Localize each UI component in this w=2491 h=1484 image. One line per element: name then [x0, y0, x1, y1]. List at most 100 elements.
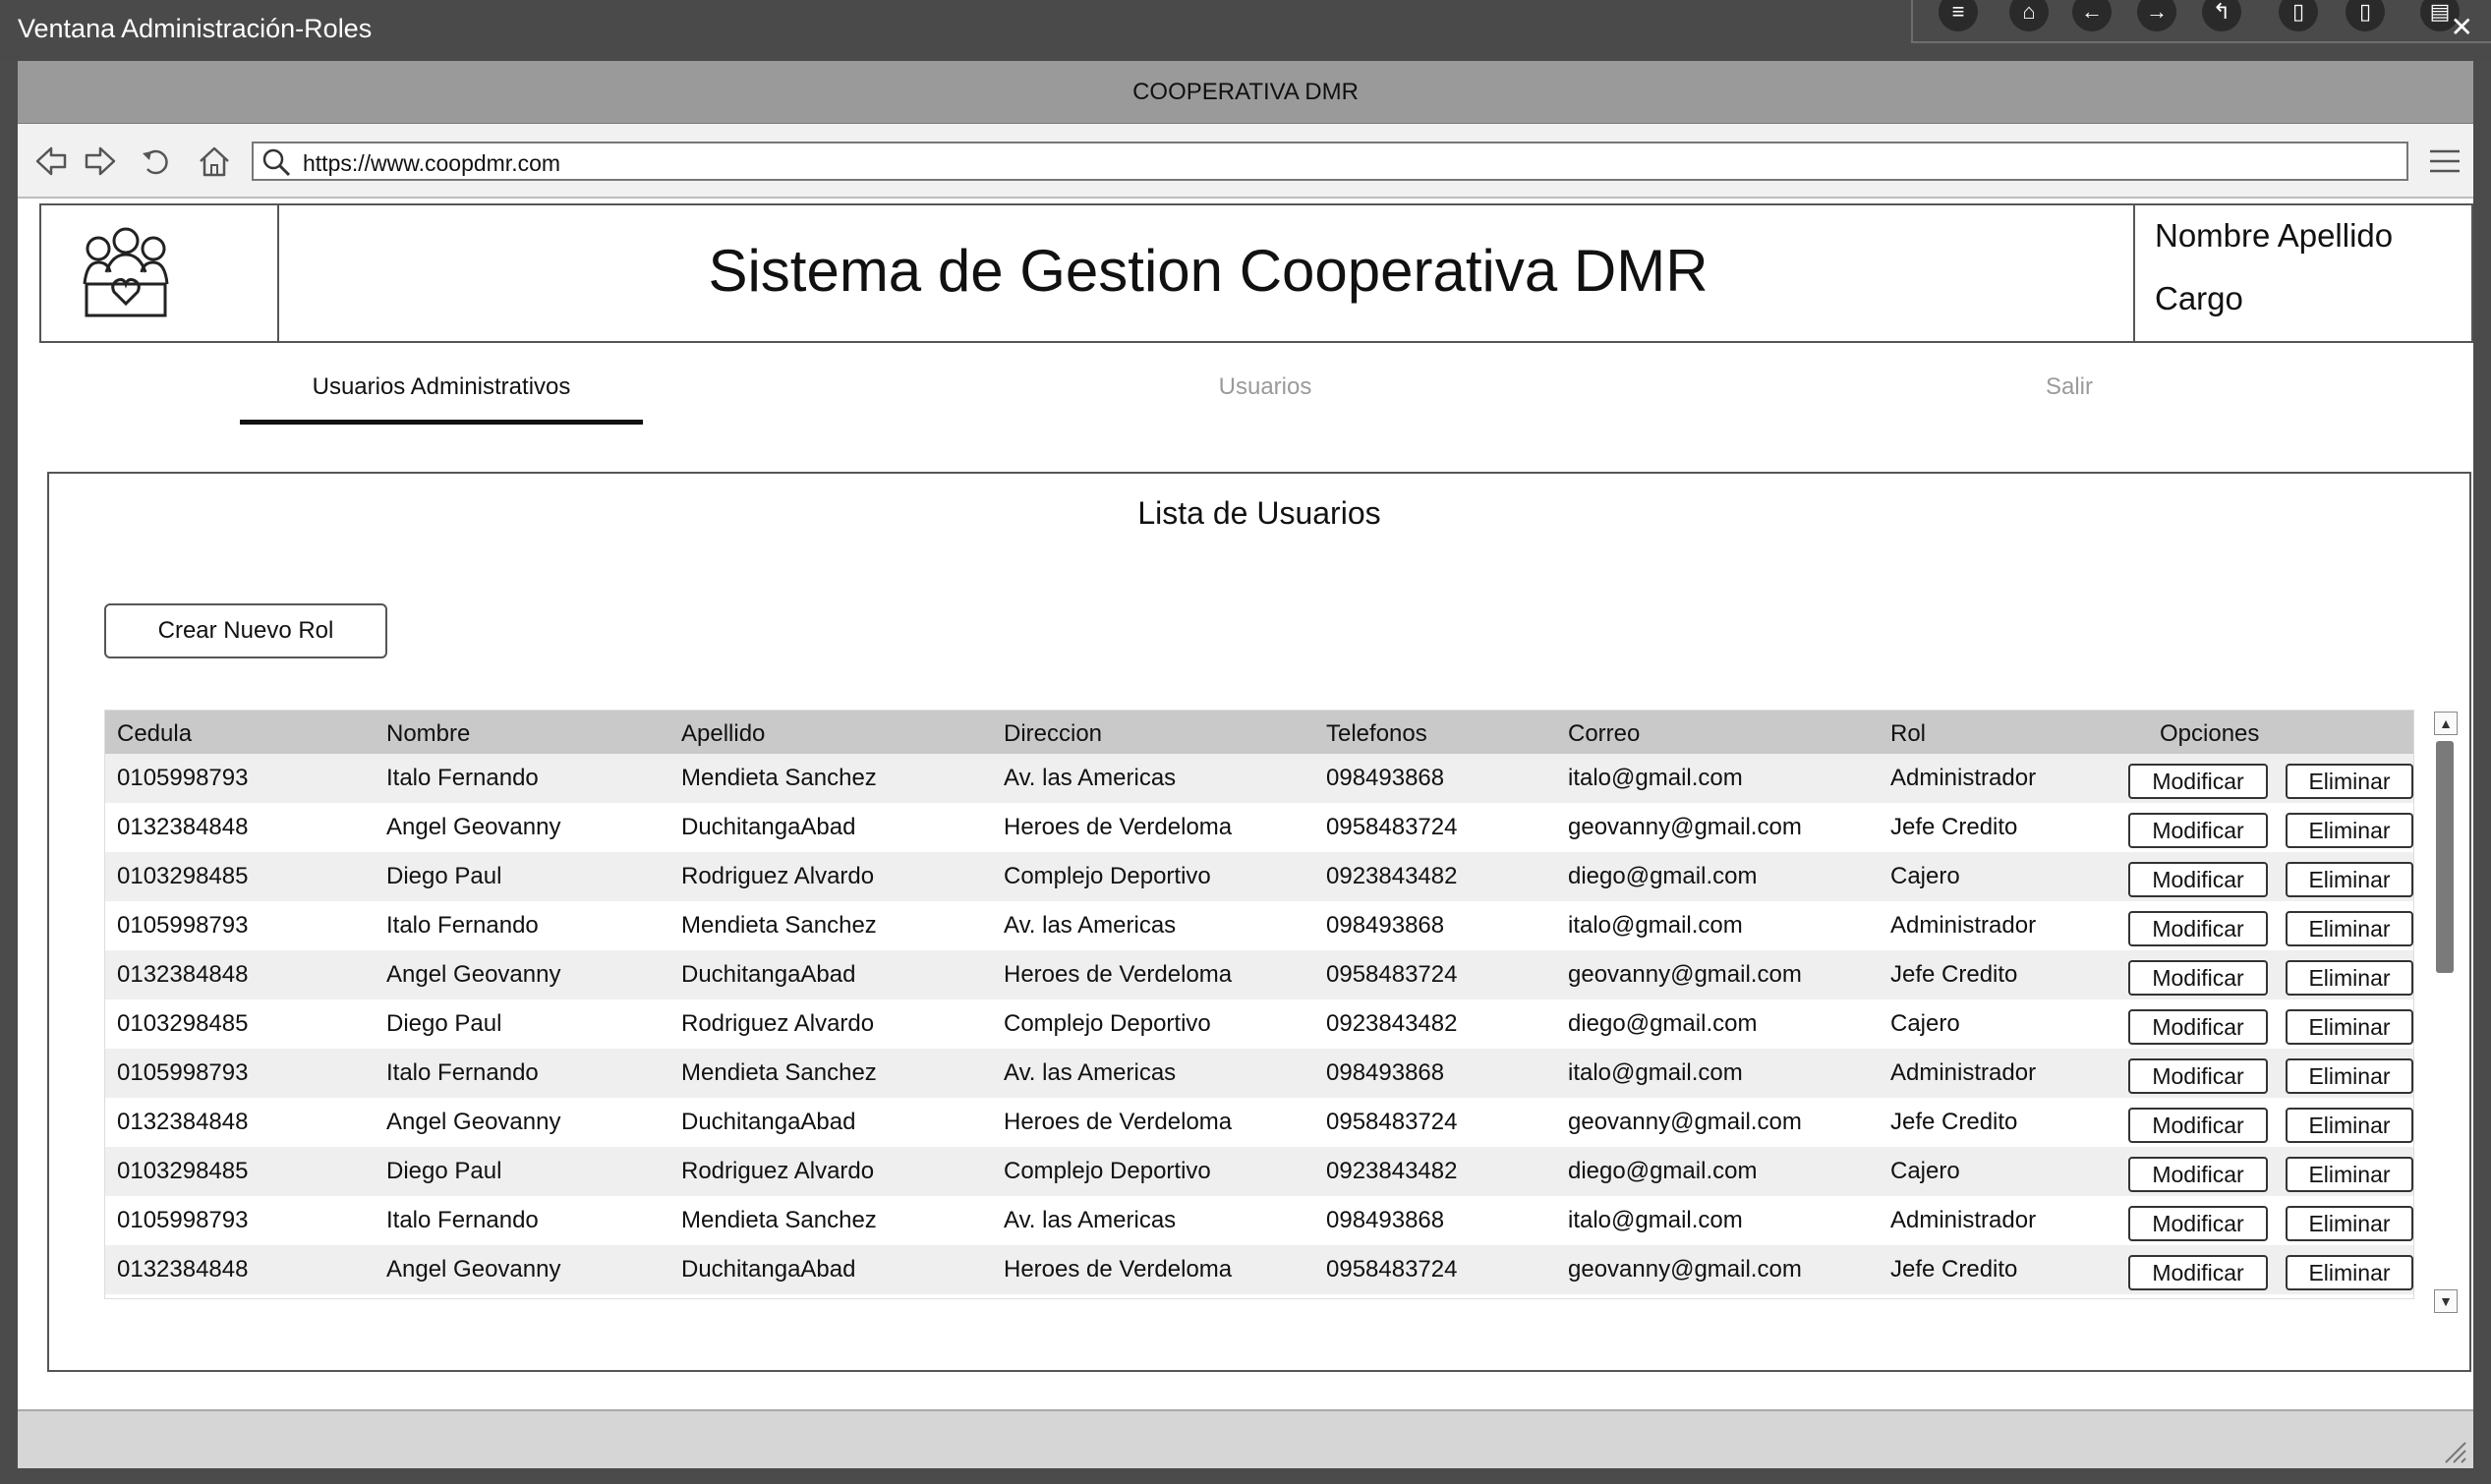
users-table: Cedula Nombre Apellido Direccion Telefon…: [104, 710, 2414, 1299]
cell-apellido: DuchitangaAbad: [681, 961, 856, 988]
close-icon[interactable]: ✕: [2451, 14, 2473, 41]
table-row: 0132384848 Angel Geovanny DuchitangaAbad He…: [105, 1245, 2413, 1294]
cell-correo: italo@gmail.com: [1568, 765, 1743, 791]
browser-navbar: https://www.coopdmr.com: [18, 124, 2473, 199]
user-role: Cargo: [2155, 280, 2243, 316]
cell-correo: diego@gmail.com: [1568, 863, 1758, 889]
url-text: https://www.coopdmr.com: [303, 150, 561, 176]
delete-button[interactable]: Eliminar: [2286, 1108, 2413, 1143]
tab-salir[interactable]: Salir: [1868, 356, 2271, 425]
modify-button[interactable]: Modificar: [2128, 911, 2268, 946]
cell-apellido: DuchitangaAbad: [681, 1109, 856, 1135]
col-telefonos: Telefonos: [1326, 720, 1427, 747]
app-titlebar: COOPERATIVA DMR: [18, 61, 2473, 124]
document-icon[interactable]: ▯: [2346, 0, 2385, 31]
cell-direccion: Heroes de Verdeloma: [1004, 814, 1233, 840]
tab-usuarios[interactable]: Usuarios: [1064, 356, 1467, 425]
tab-usuarios-administrativos[interactable]: Usuarios Administrativos: [240, 356, 643, 425]
cell-nombre: Angel Geovanny: [386, 814, 561, 840]
modify-button[interactable]: Modificar: [2128, 1009, 2268, 1045]
cell-telefono: 0923843482: [1326, 1158, 1458, 1184]
arrow-right-icon[interactable]: →: [2137, 0, 2176, 31]
table-row: 0105998793 Italo Fernando Mendieta Sanchez…: [105, 1196, 2413, 1245]
delete-button[interactable]: Eliminar: [2286, 911, 2413, 946]
delete-button[interactable]: Eliminar: [2286, 1058, 2413, 1094]
cell-telefono: 098493868: [1326, 912, 1445, 939]
resize-grip-icon[interactable]: [2442, 1439, 2467, 1464]
user-name: Nombre Apellido: [2155, 217, 2394, 254]
cell-rol: Jefe Credito: [1890, 814, 2018, 840]
cell-correo: geovanny@gmail.com: [1568, 1109, 1802, 1135]
arrow-left-icon[interactable]: ←: [2072, 0, 2112, 31]
reload-icon[interactable]: [140, 143, 175, 179]
scroll-thumb[interactable]: [2436, 741, 2454, 973]
col-direccion: Direccion: [1004, 720, 1103, 747]
document-icon[interactable]: ▯: [2279, 0, 2318, 31]
cell-direccion: Heroes de Verdeloma: [1004, 1109, 1233, 1135]
create-role-button[interactable]: Crear Nuevo Rol: [104, 603, 387, 658]
modify-button[interactable]: Modificar: [2128, 1255, 2268, 1290]
people-heart-logo-icon: [83, 227, 169, 317]
back-icon[interactable]: [33, 143, 69, 179]
cell-rol: Cajero: [1890, 863, 1960, 889]
delete-button[interactable]: Eliminar: [2286, 1206, 2413, 1241]
cell-apellido: Mendieta Sanchez: [681, 1059, 877, 1086]
scroll-down-icon[interactable]: ▼: [2434, 1289, 2458, 1313]
table-row: 0103298485 Diego Paul Rodriguez Alvardo Com…: [105, 1147, 2413, 1196]
cell-rol: Administrador: [1890, 1207, 2037, 1233]
cell-correo: geovanny@gmail.com: [1568, 814, 1802, 840]
modify-button[interactable]: Modificar: [2128, 960, 2268, 996]
delete-button[interactable]: Eliminar: [2286, 862, 2413, 897]
cell-cedula: 0132384848: [117, 1109, 249, 1135]
table-row: 0105998793 Italo Fernando Mendieta Sanchez…: [105, 1049, 2413, 1098]
home-icon[interactable]: [197, 143, 232, 179]
cell-apellido: Rodriguez Alvardo: [681, 863, 875, 889]
col-nombre: Nombre: [386, 720, 471, 747]
table-scrollbar[interactable]: ▲ ▼: [2434, 712, 2458, 1313]
cell-cedula: 0105998793: [117, 1207, 249, 1233]
col-correo: Correo: [1568, 720, 1641, 747]
cell-direccion: Heroes de Verdeloma: [1004, 1256, 1233, 1283]
cell-apellido: Mendieta Sanchez: [681, 765, 877, 791]
status-bar: [18, 1409, 2473, 1468]
url-bar[interactable]: https://www.coopdmr.com: [252, 142, 2408, 181]
modify-button[interactable]: Modificar: [2128, 813, 2268, 848]
menu-icon[interactable]: ≡: [1939, 0, 1978, 31]
modify-button[interactable]: Modificar: [2128, 1157, 2268, 1192]
delete-button[interactable]: Eliminar: [2286, 813, 2413, 848]
delete-button[interactable]: Eliminar: [2286, 960, 2413, 996]
cell-direccion: Complejo Deportivo: [1004, 1158, 1211, 1184]
cell-correo: italo@gmail.com: [1568, 1207, 1743, 1233]
cell-nombre: Diego Paul: [386, 1158, 502, 1184]
col-cedula: Cedula: [117, 720, 193, 747]
cell-apellido: Rodriguez Alvardo: [681, 1158, 875, 1184]
cell-rol: Jefe Credito: [1890, 961, 2018, 988]
cell-correo: italo@gmail.com: [1568, 912, 1743, 939]
modify-button[interactable]: Modificar: [2128, 862, 2268, 897]
cell-cedula: 0103298485: [117, 863, 249, 889]
hamburger-menu-icon[interactable]: [2428, 145, 2462, 177]
cell-telefono: 0923843482: [1326, 1010, 1458, 1037]
cell-direccion: Av. las Americas: [1004, 765, 1177, 791]
delete-button[interactable]: Eliminar: [2286, 1157, 2413, 1192]
app-window: Ventana Administración-Roles ≡ ⌂ ← → ↰ ▯…: [0, 0, 2491, 1484]
delete-button[interactable]: Eliminar: [2286, 1009, 2413, 1045]
delete-button[interactable]: Eliminar: [2286, 764, 2413, 799]
cell-apellido: Rodriguez Alvardo: [681, 1010, 875, 1037]
home-icon[interactable]: ⌂: [2009, 0, 2049, 31]
window-toolbar: ≡ ⌂ ← → ↰ ▯ ▯ ▤ ✕: [1911, 0, 2491, 43]
col-opciones: Opciones: [2160, 720, 2260, 747]
modify-button[interactable]: Modificar: [2128, 764, 2268, 799]
users-panel: Lista de Usuarios Crear Nuevo Rol Cedula…: [47, 472, 2471, 1372]
delete-button[interactable]: Eliminar: [2286, 1255, 2413, 1290]
cell-direccion: Heroes de Verdeloma: [1004, 961, 1233, 988]
undo-arrow-icon[interactable]: ↰: [2202, 0, 2241, 31]
table-row: 0132384848 Angel Geovanny DuchitangaAbad He…: [105, 950, 2413, 999]
cell-cedula: 0105998793: [117, 912, 249, 939]
modify-button[interactable]: Modificar: [2128, 1206, 2268, 1241]
modify-button[interactable]: Modificar: [2128, 1058, 2268, 1094]
forward-icon[interactable]: [83, 143, 118, 179]
modify-button[interactable]: Modificar: [2128, 1108, 2268, 1143]
scroll-up-icon[interactable]: ▲: [2434, 712, 2458, 735]
cell-rol: Administrador: [1890, 1059, 2037, 1086]
